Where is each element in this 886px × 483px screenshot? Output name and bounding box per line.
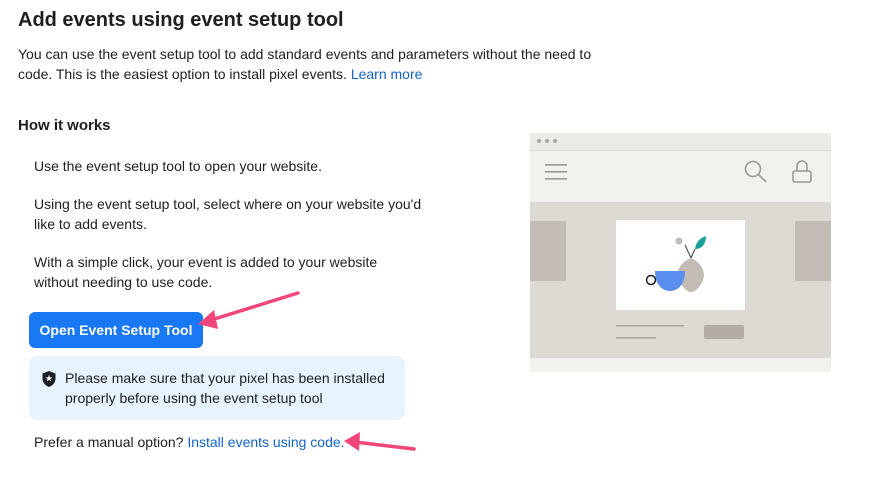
open-event-setup-tool-button[interactable]: Open Event Setup Tool bbox=[29, 312, 203, 348]
shield-icon bbox=[42, 371, 56, 387]
step-1-text: Use the event setup tool to open your we… bbox=[34, 158, 322, 174]
learn-more-link[interactable]: Learn more bbox=[351, 66, 423, 82]
step-2-text: Using the event setup tool, select where… bbox=[34, 196, 422, 232]
how-it-works-heading: How it works bbox=[18, 117, 111, 134]
step-3-text: With a simple click, your event is added… bbox=[34, 254, 378, 290]
website-illustration bbox=[530, 133, 831, 372]
page-title: Add events using event setup tool bbox=[18, 9, 344, 31]
manual-option-prefix: Prefer a manual option? bbox=[34, 434, 184, 450]
manual-option: Prefer a manual option? Install events u… bbox=[34, 432, 345, 452]
annotation-arrow-button bbox=[198, 291, 300, 329]
intro-paragraph: You can use the event setup tool to add … bbox=[18, 44, 608, 84]
notice-text: Please make sure that your pixel has bee… bbox=[65, 370, 385, 406]
pixel-notice-box: Please make sure that your pixel has bee… bbox=[29, 356, 405, 420]
intro-text: You can use the event setup tool to add … bbox=[18, 46, 592, 82]
annotation-arrow-link bbox=[344, 432, 416, 451]
install-events-using-code-link[interactable]: Install events using code. bbox=[187, 434, 344, 450]
